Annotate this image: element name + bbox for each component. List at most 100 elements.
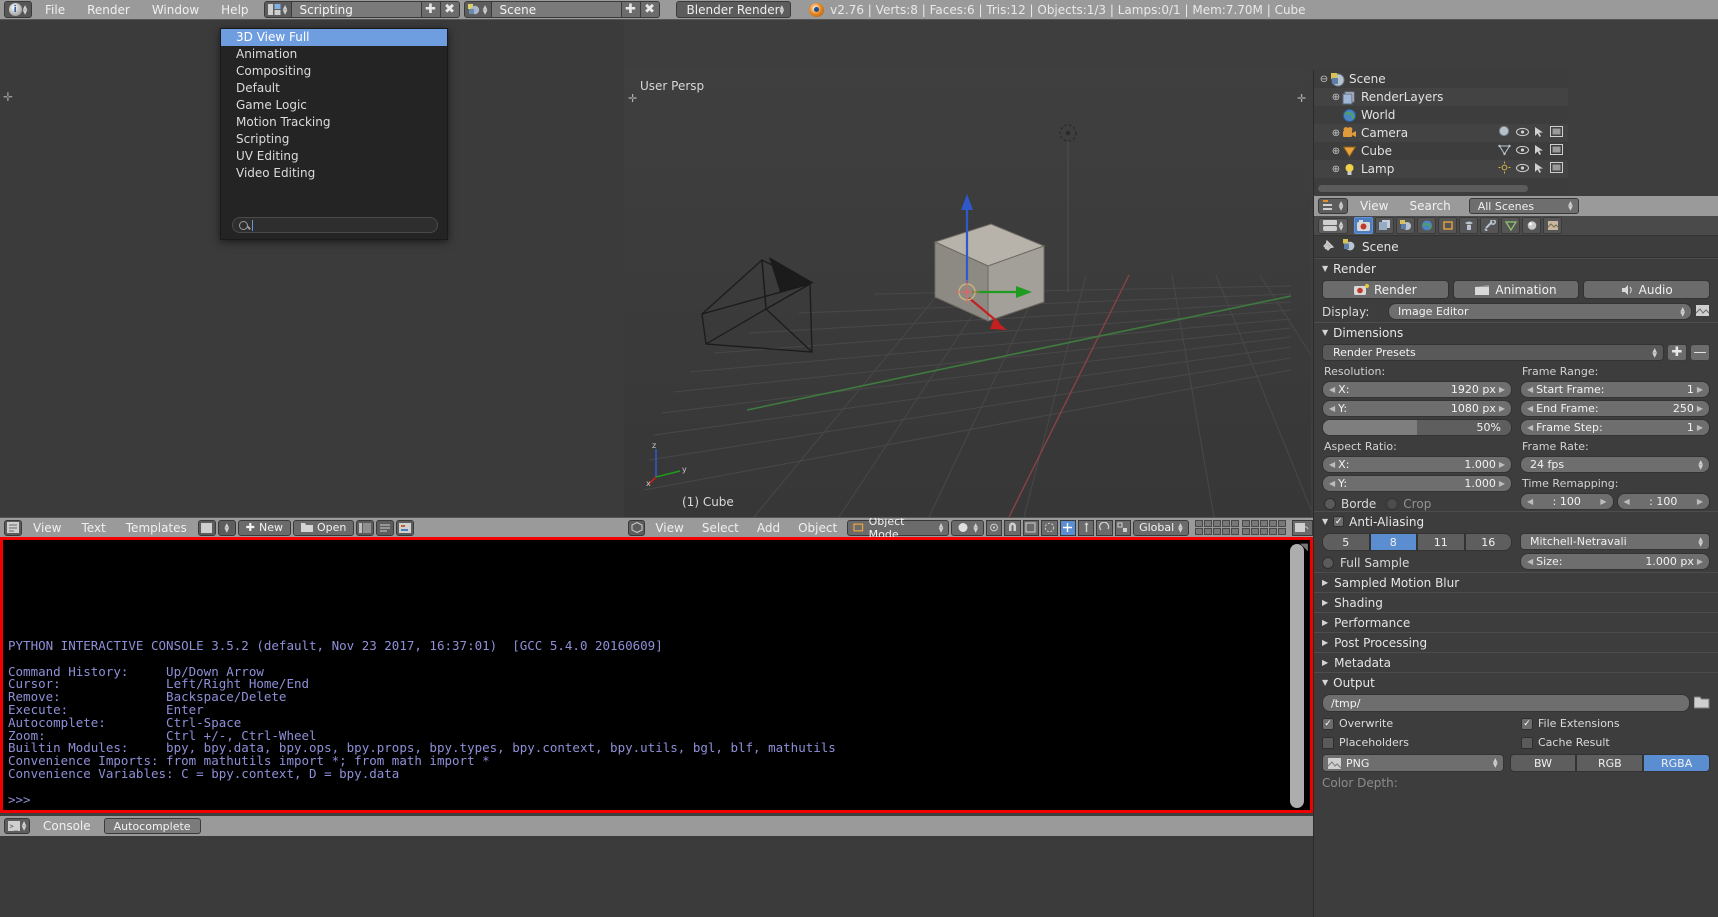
menu-file[interactable]: File bbox=[34, 0, 76, 20]
properties-tab-world[interactable] bbox=[1417, 217, 1436, 234]
time-remap-new-field[interactable]: ◀ : 100 ▶ bbox=[1616, 493, 1710, 510]
outliner-row-lamp[interactable]: ⊕ Lamp bbox=[1314, 160, 1568, 178]
outliner-display-mode[interactable]: All Scenes ▲ ▼ bbox=[1468, 198, 1579, 214]
pin-icon[interactable] bbox=[1322, 238, 1336, 255]
outliner-row-scene[interactable]: ⊖ Scene bbox=[1314, 70, 1568, 88]
layer-cell[interactable] bbox=[1250, 528, 1259, 535]
layer-cell[interactable] bbox=[1268, 528, 1277, 535]
3d-viewport[interactable]: User Persp (1) Cube ✛ ✛ z y x bbox=[624, 70, 1311, 517]
outliner-row-renderlayers[interactable]: ⊕ RenderLayers bbox=[1314, 88, 1568, 106]
placeholders-checkbox[interactable] bbox=[1322, 736, 1334, 749]
layer-cell[interactable] bbox=[1230, 528, 1239, 535]
dropdown-item-3d-view-full[interactable]: 3D View Full bbox=[221, 29, 447, 46]
dropdown-item-animation[interactable]: Animation bbox=[221, 46, 447, 63]
python-console[interactable]: PYTHON INTERACTIVE CONSOLE 3.5.2 (defaul… bbox=[0, 537, 1313, 813]
viewport-menu-add[interactable]: Add bbox=[749, 518, 788, 537]
text-browse-icon[interactable]: ▲ ▼ bbox=[217, 519, 236, 536]
aspect-y-field[interactable]: ◀ Y: 1.000 ▶ bbox=[1322, 475, 1512, 492]
autocomplete-button[interactable]: Autocomplete bbox=[103, 818, 201, 834]
right-arrow-icon[interactable]: ▶ bbox=[1499, 385, 1505, 394]
frame-rate-select[interactable]: 24 fps ▲ ▼ bbox=[1520, 456, 1710, 473]
restrict-render-icon[interactable] bbox=[1550, 162, 1563, 176]
file-extensions-checkbox[interactable]: ✓ bbox=[1521, 717, 1533, 730]
console-resize-handle-icon[interactable]: ◥ bbox=[1300, 542, 1308, 553]
restrict-select-icon[interactable] bbox=[1534, 126, 1545, 141]
aspect-x-field[interactable]: ◀ X: 1.000 ▶ bbox=[1322, 456, 1512, 473]
proportional-edit-toggle[interactable] bbox=[1041, 519, 1058, 536]
add-scene-button[interactable]: ✚ bbox=[621, 1, 641, 18]
manipulator-translate[interactable] bbox=[1077, 519, 1095, 536]
panel-header-anti-aliasing[interactable]: ▼ ✓ Anti-Aliasing bbox=[1314, 511, 1718, 531]
viewport-menu-object[interactable]: Object bbox=[790, 518, 845, 537]
display-extra-icon[interactable] bbox=[1695, 304, 1710, 320]
menu-render[interactable]: Render bbox=[76, 0, 141, 20]
properties-tab-render-layers[interactable] bbox=[1375, 217, 1394, 234]
render-animation-button[interactable]: Animation bbox=[1452, 280, 1580, 299]
delete-scene-button[interactable]: ✖ bbox=[640, 1, 660, 18]
aa-samples-group[interactable]: 5 8 11 16 bbox=[1322, 533, 1512, 551]
aa-size-field[interactable]: ◀ Size: 1.000 px ▶ bbox=[1520, 553, 1710, 570]
time-remap-old-field[interactable]: ◀ : 100 ▶ bbox=[1520, 493, 1614, 510]
restrict-render-icon[interactable] bbox=[1550, 144, 1563, 158]
layer-block-1[interactable] bbox=[1194, 520, 1239, 535]
resolution-x-field[interactable]: ◀ X: 1920 px ▶ bbox=[1322, 381, 1512, 398]
file-extensions-option[interactable]: ✓ File Extensions bbox=[1521, 717, 1710, 730]
properties-editor[interactable]: ▲ ▼ View Search All Scenes ▲ ▼ ▲ ▼ Scene… bbox=[1313, 196, 1718, 917]
start-frame-field[interactable]: ◀ Start Frame: 1 ▶ bbox=[1520, 381, 1710, 398]
dropdown-search-input[interactable] bbox=[232, 217, 438, 233]
text-menu-view[interactable]: View bbox=[24, 518, 70, 538]
layer-block-2[interactable] bbox=[1241, 520, 1286, 535]
text-menu-templates[interactable]: Templates bbox=[117, 518, 196, 538]
3d-view-editor-type-icon[interactable] bbox=[628, 519, 646, 536]
layer-cell[interactable] bbox=[1268, 520, 1277, 527]
crop-checkbox[interactable] bbox=[1386, 498, 1399, 510]
panel-header-post-processing[interactable]: ▶ Post Processing bbox=[1314, 632, 1718, 652]
menu-window[interactable]: Window bbox=[141, 0, 210, 20]
pivot-point-select[interactable] bbox=[985, 519, 1003, 536]
expand-icon[interactable]: ⊕ bbox=[1330, 146, 1342, 157]
layer-cell[interactable] bbox=[1259, 528, 1268, 535]
viewport-left-toolshelf-toggle[interactable]: ✛ bbox=[628, 92, 638, 106]
outliner-editor-type-icon[interactable]: ▲ ▼ bbox=[1318, 198, 1348, 214]
outliner-editor[interactable]: ⊖ Scene ⊕ RenderLayers World ⊕ Camera ⊕ … bbox=[1313, 70, 1568, 195]
viewport-shading-select[interactable]: ▲ ▼ bbox=[951, 519, 984, 536]
scene-name[interactable]: Scene bbox=[491, 1, 622, 18]
transform-orientation-select[interactable]: Global ▲ ▼ bbox=[1133, 519, 1189, 536]
lock-camera-icon[interactable] bbox=[1291, 519, 1313, 536]
outliner-row-toggles[interactable] bbox=[1498, 161, 1568, 177]
open-text-button[interactable]: Open bbox=[293, 519, 355, 536]
remove-preset-button[interactable]: — bbox=[1691, 344, 1710, 361]
right-arrow-icon[interactable]: ▶ bbox=[1697, 404, 1703, 413]
layer-cell[interactable] bbox=[1194, 520, 1203, 527]
render-presets-select[interactable]: Render Presets ▲ ▼ bbox=[1322, 344, 1664, 361]
anti-aliasing-checkbox[interactable]: ✓ bbox=[1333, 516, 1345, 527]
layer-cell[interactable] bbox=[1221, 528, 1230, 535]
dropdown-item-motion-tracking[interactable]: Motion Tracking bbox=[221, 114, 447, 131]
render-image-button[interactable]: Render bbox=[1322, 280, 1449, 299]
color-mode-group[interactable]: BW RGB RGBA bbox=[1509, 754, 1711, 772]
text-editor-type-icon[interactable] bbox=[4, 519, 22, 536]
properties-editor-type-icon[interactable]: ▲ ▼ bbox=[1318, 217, 1348, 234]
frame-step-field[interactable]: ◀ Frame Step: 1 ▶ bbox=[1520, 419, 1710, 436]
layer-cell[interactable] bbox=[1241, 520, 1250, 527]
outliner-row-camera[interactable]: ⊕ Camera bbox=[1314, 124, 1568, 142]
layer-cell[interactable] bbox=[1203, 528, 1212, 535]
properties-tab-texture[interactable] bbox=[1543, 217, 1562, 234]
outliner-menu-search[interactable]: Search bbox=[1400, 196, 1459, 216]
screen-layout-icon[interactable]: ▲ ▼ bbox=[263, 1, 292, 18]
cache-result-option[interactable]: Cache Result bbox=[1521, 736, 1710, 749]
file-format-select[interactable]: PNG ▲ ▼ bbox=[1322, 754, 1504, 772]
outliner-row-world[interactable]: World bbox=[1314, 106, 1568, 124]
manipulator-rotate[interactable] bbox=[1096, 519, 1113, 536]
manipulator-toggle[interactable] bbox=[1059, 519, 1076, 536]
outliner-menu-view[interactable]: View bbox=[1351, 196, 1397, 216]
restrict-view-icon[interactable] bbox=[1516, 162, 1529, 176]
overwrite-checkbox[interactable]: ✓ bbox=[1322, 717, 1334, 730]
console-scrollbar[interactable] bbox=[1290, 544, 1304, 808]
properties-tab-render[interactable] bbox=[1354, 217, 1373, 234]
panel-header-sampled-motion-blur[interactable]: ▶ Sampled Motion Blur bbox=[1314, 572, 1718, 592]
border-checkbox[interactable] bbox=[1324, 498, 1336, 510]
right-arrow-icon[interactable]: ▶ bbox=[1697, 385, 1703, 394]
outliner-row-toggles[interactable] bbox=[1498, 125, 1568, 141]
properties-tab-data[interactable] bbox=[1501, 217, 1520, 234]
